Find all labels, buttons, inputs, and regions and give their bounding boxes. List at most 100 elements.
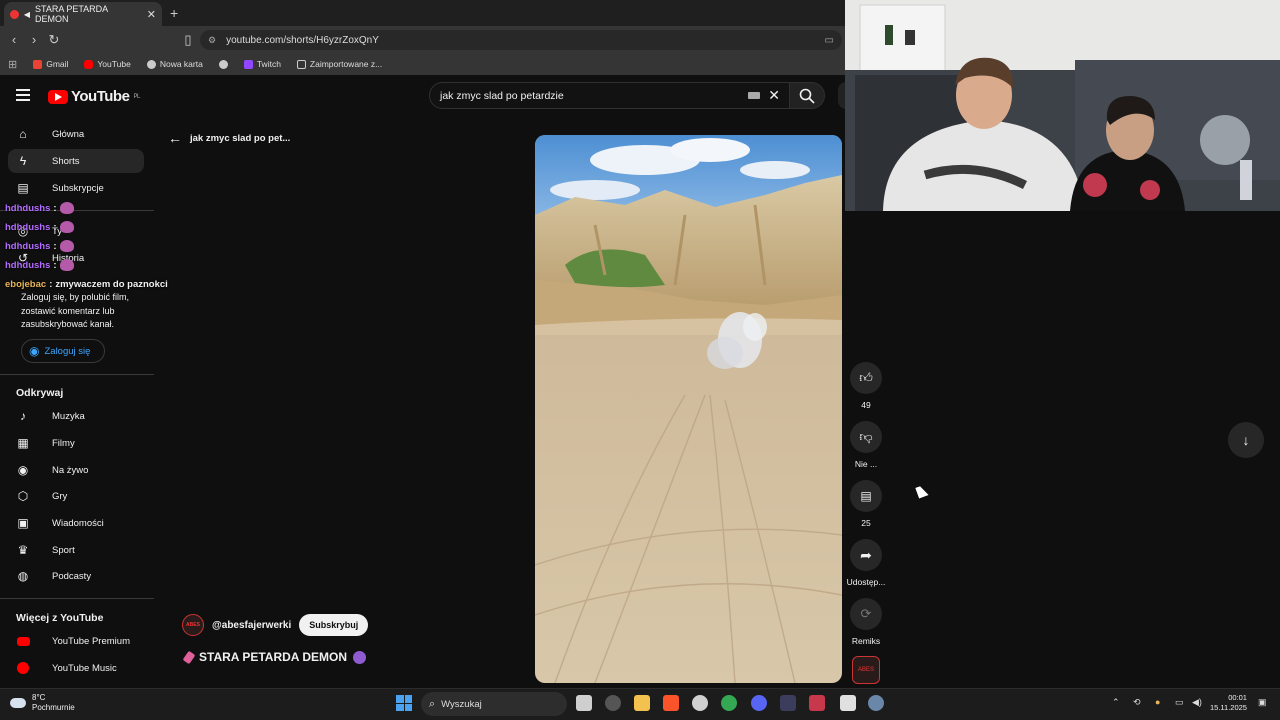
sidebar-item-shorts[interactable]: ϟ Shorts bbox=[8, 149, 144, 173]
sidebar-item-subscriptions[interactable]: ▤ Subskrypcje bbox=[8, 176, 144, 200]
sidebar-item-live[interactable]: ◉ Na żywo bbox=[8, 458, 144, 482]
signin-button[interactable]: ◉ Zaloguj się bbox=[21, 339, 105, 363]
like-button[interactable]: 👍︎ bbox=[850, 362, 882, 394]
url-text: youtube.com/shorts/H6yzrZoxQnY bbox=[226, 34, 379, 46]
browser-tab[interactable]: ◀ STARA PETARDA DEMON ✕ bbox=[4, 2, 162, 26]
keyboard-icon[interactable] bbox=[748, 92, 761, 99]
comments-button[interactable]: ▤ bbox=[850, 480, 882, 512]
gaming-icon: ⬡ bbox=[17, 489, 29, 503]
sidebar-item-films[interactable]: ▦ Filmy bbox=[8, 431, 144, 455]
app-file-icon[interactable] bbox=[840, 695, 856, 711]
bookmark-gmail[interactable]: Gmail bbox=[33, 59, 68, 69]
start-button[interactable] bbox=[396, 695, 412, 711]
thumbs-up-icon: 👍︎ bbox=[859, 370, 873, 385]
explore-heading: Odkrywaj bbox=[16, 387, 64, 399]
chrome-icon[interactable] bbox=[721, 695, 737, 711]
search-input[interactable]: jak zmyc slad po petardzie ✕ bbox=[429, 82, 791, 109]
youtube-logo[interactable]: YouTube PL bbox=[48, 88, 140, 105]
channel-row: ABES @abesfajerwerki Subskrybuj bbox=[182, 614, 369, 636]
bookmark-youtube[interactable]: YouTube bbox=[84, 59, 131, 69]
devil-emoji-icon bbox=[353, 650, 366, 664]
dislike-button[interactable]: 👎︎ bbox=[850, 421, 882, 453]
back-arrow-icon[interactable]: ‹ bbox=[4, 32, 24, 47]
address-bar[interactable]: ⚙ youtube.com/shorts/H6yzrZoxQnY ▭ bbox=[200, 30, 842, 50]
dislike-label: Nie ... bbox=[854, 459, 878, 469]
bookmark-twitch[interactable]: Twitch bbox=[243, 59, 281, 69]
settings-gear-icon[interactable] bbox=[868, 695, 884, 711]
volume-icon[interactable]: ◀) bbox=[1192, 697, 1202, 708]
sidebar-item-gaming[interactable]: ⬡ Gry bbox=[8, 484, 144, 508]
bookmark-globe[interactable] bbox=[218, 59, 228, 69]
chatgpt-icon[interactable] bbox=[605, 695, 621, 711]
site-info-icon[interactable]: ⚙ bbox=[208, 35, 216, 46]
youtube-play-icon bbox=[48, 89, 68, 104]
share-label: Udostęp... bbox=[846, 577, 886, 587]
twitch-icon bbox=[243, 59, 253, 69]
short-video-player[interactable] bbox=[535, 135, 842, 683]
system-clock[interactable]: 00:01 15.11.2025 bbox=[1210, 693, 1247, 713]
sidebar-item-music-app[interactable]: YouTube Music bbox=[8, 656, 144, 680]
search-button[interactable] bbox=[789, 82, 825, 109]
live-icon: ◉ bbox=[17, 463, 29, 477]
sidebar-item-home[interactable]: ⌂ Główna bbox=[8, 122, 144, 146]
taskbar-search[interactable]: ⌕ Wyszukaj bbox=[421, 692, 567, 716]
app-stripes-icon[interactable] bbox=[780, 695, 796, 711]
sidebar-divider bbox=[0, 598, 154, 599]
bookmark-icon[interactable]: ▯ bbox=[178, 32, 198, 48]
globe-icon bbox=[146, 59, 156, 69]
webcam-overlay bbox=[845, 0, 1280, 211]
sidebar-item-podcasts[interactable]: ◍ Podcasty bbox=[8, 564, 144, 588]
share-icon: ➦ bbox=[860, 546, 872, 563]
app-recording-icon[interactable] bbox=[809, 695, 825, 711]
mouse-cursor-icon bbox=[915, 484, 929, 499]
subscribe-button[interactable]: Subskrybuj bbox=[299, 614, 369, 636]
sidebar-item-premium[interactable]: YouTube Premium bbox=[8, 629, 144, 653]
chevron-up-icon[interactable]: ⌃ bbox=[1112, 697, 1120, 708]
gmail-icon bbox=[33, 59, 43, 69]
more-heading: Więcej z YouTube bbox=[16, 612, 104, 624]
clear-search-icon[interactable]: ✕ bbox=[768, 87, 780, 104]
globe-icon bbox=[218, 59, 228, 69]
brave-icon[interactable] bbox=[663, 695, 679, 711]
notification-icon[interactable]: ▣ bbox=[1258, 697, 1267, 708]
remix-button[interactable]: ⟳ bbox=[850, 598, 882, 630]
sound-channel-avatar[interactable]: ABES bbox=[852, 656, 880, 684]
remix-icon: ⟳ bbox=[860, 606, 872, 621]
back-to-search-button[interactable]: ← jak zmyc slad po pet... bbox=[168, 130, 290, 146]
file-explorer-icon[interactable] bbox=[634, 695, 650, 711]
apps-grid-icon[interactable]: ⊞ bbox=[8, 58, 17, 71]
tab-close-icon[interactable]: ✕ bbox=[147, 8, 156, 21]
next-short-button[interactable]: ↓ bbox=[1228, 422, 1264, 458]
film-icon: ▦ bbox=[17, 436, 29, 450]
sync-icon[interactable]: ⟲ bbox=[1133, 697, 1141, 708]
sidebar-item-sport[interactable]: ♛ Sport bbox=[8, 538, 144, 562]
share-button[interactable]: ➦ bbox=[850, 539, 882, 571]
weather-widget[interactable]: 8°C Pochmurnie bbox=[10, 693, 75, 713]
menu-icon[interactable] bbox=[16, 89, 30, 101]
comments-action: ▤ 25 bbox=[845, 480, 887, 528]
video-frame bbox=[535, 135, 842, 683]
bookmark-new-tab[interactable]: Nowa karta bbox=[146, 59, 203, 69]
home-icon: ⌂ bbox=[19, 127, 27, 141]
youtube-music-icon bbox=[16, 661, 30, 675]
emote-icon bbox=[59, 202, 74, 214]
short-title: STARA PETARDA DEMON bbox=[199, 650, 347, 664]
new-tab-button[interactable]: + bbox=[170, 5, 178, 21]
cast-icon[interactable]: ▭ bbox=[825, 35, 834, 46]
network-icon[interactable]: ▭ bbox=[1175, 697, 1184, 708]
forward-arrow-icon[interactable]: › bbox=[24, 32, 44, 47]
channel-name[interactable]: @abesfajerwerki bbox=[212, 620, 291, 631]
sidebar-item-news[interactable]: ▣ Wiadomości bbox=[8, 511, 144, 535]
discord-icon[interactable] bbox=[751, 695, 767, 711]
reload-icon[interactable]: ↻ bbox=[44, 32, 64, 48]
app-c-icon[interactable] bbox=[692, 695, 708, 711]
microphone-icon[interactable]: ● bbox=[1155, 697, 1160, 707]
search-icon: ⌕ bbox=[429, 697, 436, 710]
sidebar-item-music[interactable]: ♪ Muzyka bbox=[8, 404, 144, 428]
recording-icon bbox=[10, 9, 19, 19]
bookmark-folder[interactable]: Zaimportowane z... bbox=[296, 59, 382, 69]
webcam-frame bbox=[845, 0, 1280, 211]
task-view-icon[interactable] bbox=[576, 695, 592, 711]
channel-avatar[interactable]: ABES bbox=[182, 614, 204, 636]
comment-count: 25 bbox=[861, 518, 871, 528]
